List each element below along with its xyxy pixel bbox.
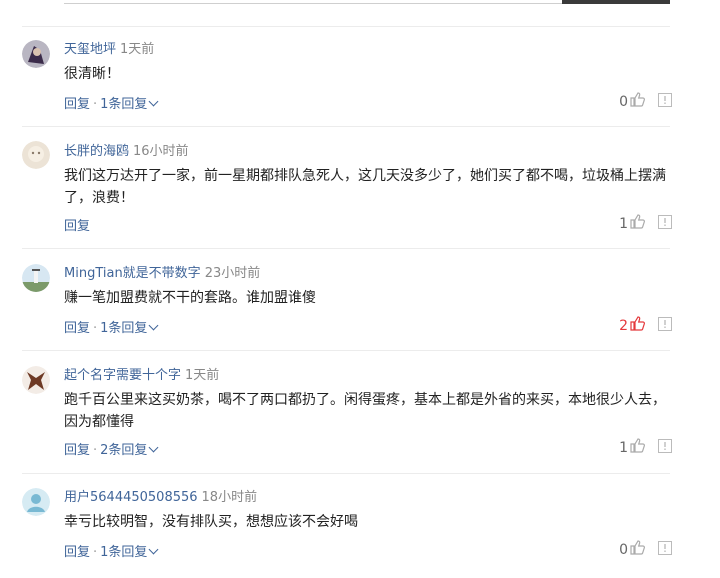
- chevron-down-icon: [148, 544, 159, 555]
- avatar[interactable]: [22, 40, 50, 68]
- report-icon[interactable]: [658, 540, 672, 559]
- replies-count: 1条回复: [100, 545, 148, 560]
- divider: [22, 26, 670, 27]
- view-replies-button[interactable]: 1条回复: [100, 544, 159, 560]
- like-count: 0: [619, 541, 628, 558]
- divider: [22, 473, 670, 474]
- thumbs-up-icon[interactable]: [630, 316, 646, 335]
- comment-input-bar[interactable]: [64, 0, 670, 4]
- separator-dot: ·: [93, 443, 98, 458]
- reply-button[interactable]: 回复: [64, 97, 90, 112]
- report-icon[interactable]: [658, 316, 672, 335]
- comment-time: 1天前: [120, 42, 155, 57]
- comment-time: 16小时前: [133, 144, 189, 159]
- avatar[interactable]: [22, 264, 50, 292]
- thumbs-up-icon[interactable]: [630, 214, 646, 233]
- avatar[interactable]: [22, 141, 50, 169]
- avatar[interactable]: [22, 366, 50, 394]
- separator-dot: ·: [93, 321, 98, 336]
- replies-count: 2条回复: [100, 443, 148, 458]
- like-count: 1: [619, 439, 628, 456]
- report-icon[interactable]: [658, 438, 672, 457]
- chevron-down-icon: [148, 442, 159, 453]
- like-count: 1: [619, 215, 628, 232]
- replies-count: 1条回复: [100, 97, 148, 112]
- view-replies-button[interactable]: 2条回复: [100, 442, 159, 458]
- divider: [22, 350, 670, 351]
- comment-username[interactable]: 起个名字需要十个字: [64, 368, 181, 383]
- comment-time: 18小时前: [201, 490, 258, 505]
- replies-count: 1条回复: [100, 321, 148, 336]
- thumbs-up-icon[interactable]: [630, 438, 646, 457]
- reply-button[interactable]: 回复: [64, 321, 90, 336]
- comment-text: 赚一笔加盟费就不干的套路。谁加盟谁傻: [64, 290, 316, 306]
- report-icon[interactable]: [658, 214, 672, 233]
- chevron-down-icon: [148, 320, 159, 331]
- view-replies-button[interactable]: 1条回复: [100, 96, 159, 112]
- divider: [22, 248, 670, 249]
- comment-username[interactable]: 长胖的海鸥: [64, 144, 129, 159]
- reply-button[interactable]: 回复: [64, 545, 90, 560]
- avatar[interactable]: [22, 488, 50, 516]
- submit-comment-button[interactable]: [562, 0, 670, 4]
- reply-button[interactable]: 回复: [64, 443, 90, 458]
- comment-time: 1天前: [185, 368, 220, 383]
- like-count: 0: [619, 93, 628, 110]
- comment-time: 23小时前: [204, 266, 261, 281]
- comment-text: 很清晰！: [64, 66, 120, 82]
- chevron-down-icon: [148, 96, 159, 107]
- separator-dot: ·: [93, 545, 98, 560]
- separator-dot: ·: [93, 97, 98, 112]
- comment-text: 我们这万达开了一家，前一星期都排队急死人，这几天没多少了，她们买了都不喝，垃圾桶…: [64, 168, 666, 206]
- view-replies-button[interactable]: 1条回复: [100, 320, 159, 336]
- comment-username[interactable]: 用户5644450508556: [64, 490, 198, 505]
- report-icon[interactable]: [658, 92, 672, 111]
- reply-button[interactable]: 回复: [64, 219, 90, 234]
- like-count: 2: [619, 317, 628, 334]
- comment-username[interactable]: 天玺地坪: [64, 42, 116, 57]
- thumbs-up-icon[interactable]: [630, 92, 646, 111]
- thumbs-up-icon[interactable]: [630, 540, 646, 559]
- comment-text: 幸亏比较明智，没有排队买，想想应该不会好喝: [64, 514, 358, 530]
- comment-text: 跑千百公里来这买奶茶，喝不了两口都扔了。闲得蛋疼，基本上都是外省的来买，本地很少…: [64, 392, 666, 430]
- comment-username[interactable]: MingTian就是不带数字: [64, 266, 201, 281]
- divider: [22, 126, 670, 127]
